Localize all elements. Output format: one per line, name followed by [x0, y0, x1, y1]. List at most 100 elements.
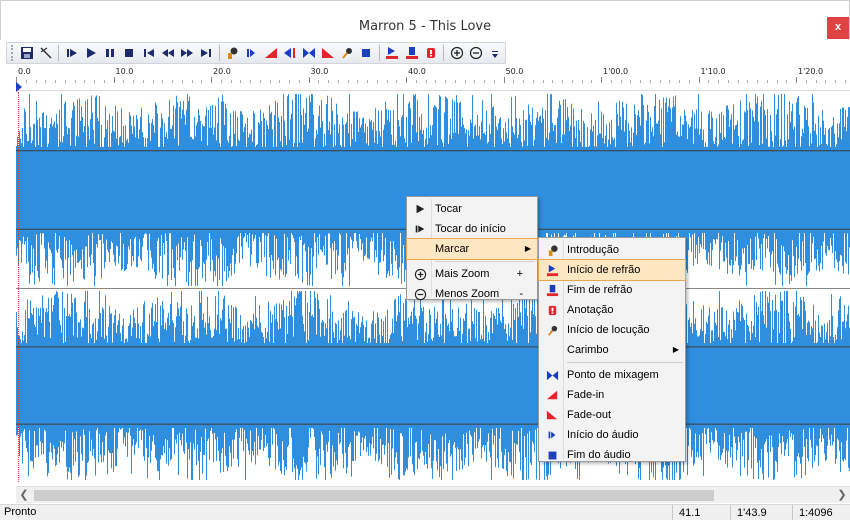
annotation-icon[interactable]: [423, 45, 438, 61]
mix-point-icon[interactable]: [301, 45, 316, 61]
submenu-item-fade-in[interactable]: Fade-in: [539, 385, 685, 405]
submenu-item-fade-out[interactable]: Fade-out: [539, 405, 685, 425]
ruler-minor-tick: [445, 80, 446, 83]
ruler-minor-tick: [94, 80, 95, 83]
go-to-end-icon[interactable]: [198, 45, 213, 61]
ruler-minor-tick: [571, 80, 573, 83]
fade-in-icon[interactable]: [263, 45, 278, 61]
menu-item-tocar-do-inicio[interactable]: Tocar do início: [407, 219, 537, 239]
submenu-item-inicio-do-audio[interactable]: Início do áudio: [539, 425, 685, 445]
fast-forward-icon[interactable]: [179, 45, 194, 61]
ruler-minor-tick: [357, 80, 359, 83]
ruler-minor-tick: [25, 80, 27, 83]
ruler-minor-tick: [191, 80, 193, 83]
ruler-label: 0.0: [18, 67, 31, 76]
submenu-item-inicio-de-locucao[interactable]: Início de locução: [539, 320, 685, 340]
ruler-label: 20.0: [213, 67, 231, 76]
go-to-start-icon[interactable]: [141, 45, 156, 61]
play-from-cursor-icon[interactable]: [64, 45, 79, 61]
ruler-major-tick: [601, 77, 602, 83]
ruler-minor-tick: [562, 80, 563, 83]
menu-item-marcar[interactable]: Marcar ▶: [406, 238, 538, 260]
ruler-minor-tick: [581, 80, 583, 83]
menu-shortcut: -: [519, 288, 523, 300]
ruler-minor-tick: [103, 80, 105, 83]
stop-icon[interactable]: [122, 45, 137, 61]
zoom-out-icon[interactable]: [469, 45, 484, 61]
ruler-minor-tick: [630, 80, 632, 83]
submenu-item-ponto-de-mixagem[interactable]: Ponto de mixagem: [539, 365, 685, 385]
ruler-minor-tick: [133, 80, 134, 83]
submenu-item-anotacao[interactable]: Anotação: [539, 300, 685, 320]
submenu-item-carimbo[interactable]: Carimbo ▶: [539, 340, 685, 360]
ruler-minor-tick: [386, 80, 388, 83]
save-icon[interactable]: [19, 45, 34, 61]
ruler-minor-tick: [162, 80, 164, 83]
ruler-major-tick: [796, 77, 797, 83]
submenu-item-fim-do-audio[interactable]: Fim do áudio: [539, 445, 685, 465]
toolbar-overflow-icon[interactable]: [488, 45, 503, 61]
ruler-minor-tick: [542, 80, 544, 83]
ruler-minor-tick: [464, 80, 466, 83]
ruler-minor-tick: [35, 80, 37, 83]
scrollbar-thumb[interactable]: [34, 490, 714, 501]
ruler-minor-tick: [318, 80, 320, 83]
ruler-minor-tick: [347, 80, 349, 83]
status-text: Pronto: [4, 506, 37, 518]
toolbar-grip[interactable]: [11, 45, 14, 61]
menu-item-label: Tocar: [435, 203, 462, 215]
submenu-item-introducao[interactable]: Introdução: [539, 240, 685, 260]
audio-start-icon[interactable]: [244, 45, 259, 61]
submenu-item-inicio-de-refrao[interactable]: Início de refrão: [538, 259, 686, 281]
horizontal-scrollbar[interactable]: ❮ ❯: [16, 486, 850, 503]
ruler-major-tick: [211, 77, 212, 83]
audio-end-icon[interactable]: [359, 45, 374, 61]
ruler-minor-tick: [64, 80, 66, 83]
ruler-label: 1'10.0: [700, 67, 726, 76]
chorus-start-icon[interactable]: [385, 45, 400, 61]
chorus-end-icon[interactable]: [404, 45, 419, 61]
playhead-marker-icon[interactable]: [16, 82, 22, 92]
toolbar-separator: [218, 45, 220, 61]
ruler-minor-tick: [844, 80, 846, 83]
menu-item-label: Fim de refrão: [567, 284, 633, 296]
submenu-item-fim-de-refrao[interactable]: Fim de refrão: [539, 280, 685, 300]
rewind-icon[interactable]: [160, 45, 175, 61]
play-icon[interactable]: [83, 45, 98, 61]
zoom-in-icon: [413, 267, 427, 281]
play-icon: [413, 202, 427, 216]
menu-item-menos-zoom[interactable]: Menos Zoom -: [407, 284, 537, 304]
ruler-major-tick: [113, 77, 115, 83]
menu-item-tocar[interactable]: Tocar: [407, 199, 537, 219]
waveform-body: [16, 343, 850, 428]
ruler-minor-tick: [454, 80, 456, 83]
ruler-minor-tick: [45, 80, 47, 83]
mix-in-icon[interactable]: [282, 45, 297, 61]
zoom-out-icon: [413, 287, 427, 301]
ruler-label: 10.0: [115, 67, 134, 76]
ruler-major-tick: [698, 77, 700, 83]
intro-marker-icon[interactable]: [225, 45, 240, 61]
ruler-minor-tick: [201, 80, 203, 83]
ruler-minor-tick: [718, 80, 719, 83]
menu-item-mais-zoom[interactable]: Mais Zoom +: [407, 264, 537, 284]
ruler-minor-tick: [269, 80, 271, 83]
menu-shortcut: +: [516, 268, 523, 280]
ruler-minor-tick: [123, 80, 125, 83]
cut-icon[interactable]: [38, 45, 53, 61]
time-ruler[interactable]: 0.0 10.0 20.0 30.0 40.0 50.0 1'00.0 1'10.0 1'20.…: [16, 65, 850, 91]
menu-item-label: Início de refrão: [567, 264, 641, 276]
pause-icon[interactable]: [103, 45, 118, 61]
play-from-start-icon: [413, 222, 427, 236]
ruler-minor-tick: [484, 80, 485, 83]
scroll-right-icon[interactable]: ❯: [834, 487, 850, 504]
fade-out-icon[interactable]: [320, 45, 335, 61]
ruler-minor-tick: [669, 80, 671, 83]
scroll-left-icon[interactable]: ❮: [16, 487, 32, 504]
zoom-in-icon[interactable]: [449, 45, 464, 61]
voice-start-icon[interactable]: [340, 45, 355, 61]
ruler-minor-tick: [328, 80, 329, 83]
close-button[interactable]: x: [827, 17, 849, 39]
status-bar: Pronto 41.1 1'43.9 1:4096: [0, 504, 850, 520]
fade-in-icon: [545, 388, 559, 402]
